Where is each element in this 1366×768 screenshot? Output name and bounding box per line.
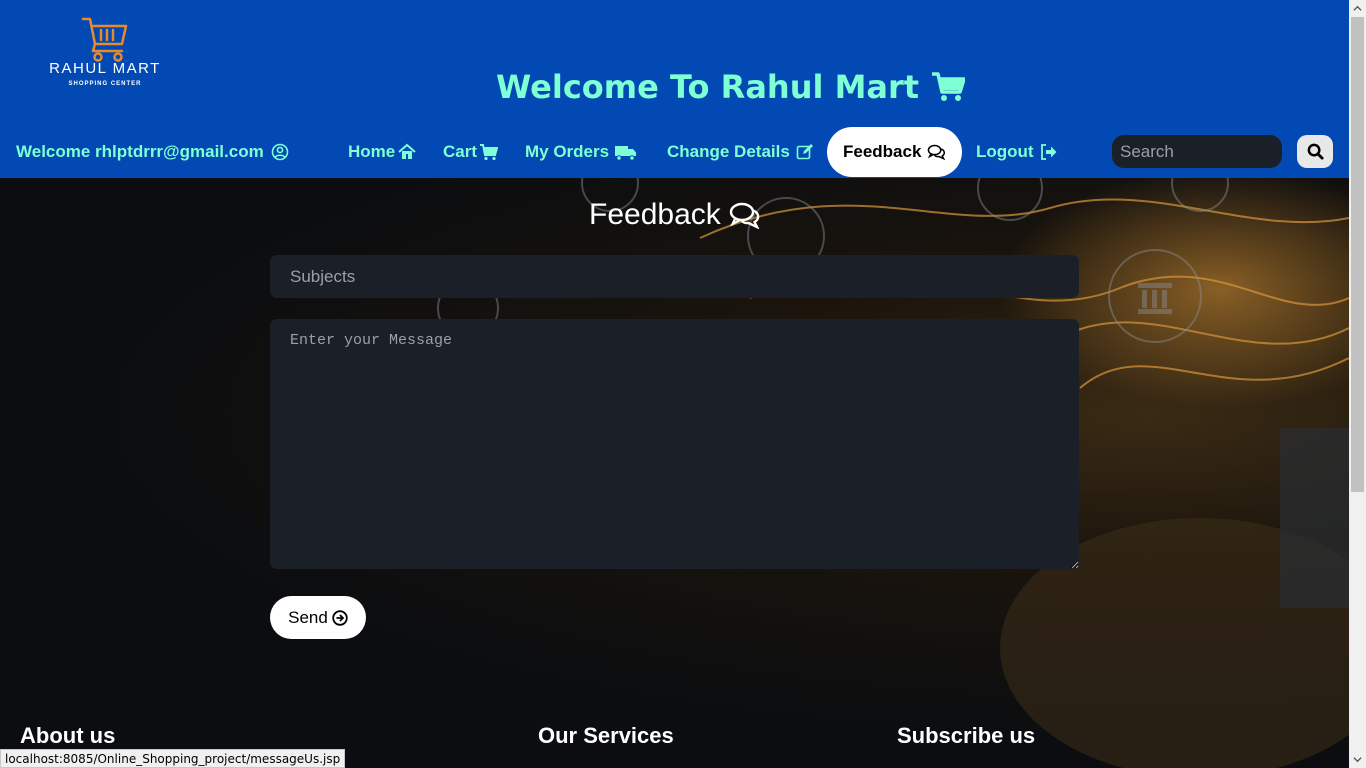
site-title-text: Welcome To Rahul Mart (496, 68, 920, 106)
search-input[interactable] (1112, 135, 1282, 168)
send-button-label: Send (288, 607, 328, 627)
home-icon (398, 143, 416, 159)
main-nav: Welcome rhlptdrrr@gmail.com Home Cart My… (0, 127, 1349, 177)
shopping-cart-icon (932, 72, 966, 101)
nav-cart[interactable]: Cart (443, 127, 499, 177)
brand-logo[interactable]: RAHUL MART SHOPPING CENTER (30, 14, 180, 92)
comments-icon (729, 202, 760, 229)
truck-icon (615, 146, 637, 161)
logo-cart-icon (81, 17, 128, 62)
nav-change-details[interactable]: Change Details (667, 127, 814, 177)
cart-icon (480, 144, 499, 161)
nav-logout-label: Logout (976, 142, 1034, 161)
arrow-circle-right-icon (332, 609, 348, 626)
scroll-down-arrow-icon[interactable] (1349, 751, 1366, 768)
nav-home-label: Home (348, 142, 396, 161)
site-header: RAHUL MART SHOPPING CENTER Welcome To Ra… (0, 0, 1349, 178)
nav-cart-label: Cart (443, 142, 478, 161)
scroll-up-arrow-icon[interactable] (1349, 0, 1366, 17)
feedback-section: Feedback Send About us Our Services Subs… (0, 178, 1349, 768)
nav-change-details-label: Change Details (667, 142, 790, 161)
nav-welcome-user[interactable]: Welcome rhlptdrrr@gmail.com (16, 127, 289, 177)
footer-subscribe-heading: Subscribe us (897, 723, 1036, 748)
page-scrollbar[interactable] (1349, 0, 1366, 768)
comments-icon (928, 144, 946, 161)
nav-logout[interactable]: Logout (976, 127, 1058, 177)
nav-home[interactable]: Home (348, 127, 416, 177)
sign-out-icon (1040, 144, 1057, 160)
page-heading: Feedback (589, 198, 761, 232)
footer-about-heading: About us (20, 723, 116, 748)
logo-name: RAHUL MART (49, 60, 161, 77)
subject-input[interactable] (270, 255, 1079, 298)
scrollbar-thumb[interactable] (1351, 17, 1364, 492)
footer-services-heading: Our Services (538, 723, 674, 748)
search-button[interactable] (1297, 135, 1333, 168)
nav-orders-label: My Orders (525, 142, 610, 161)
site-title: Welcome To Rahul Mart (496, 68, 966, 106)
message-textarea[interactable] (270, 319, 1079, 569)
browser-status-url: localhost:8085/Online_Shopping_project/m… (0, 749, 346, 768)
send-button[interactable]: Send (270, 596, 366, 639)
logo-subtitle: SHOPPING CENTER (68, 81, 142, 87)
page-heading-text: Feedback (589, 198, 721, 231)
search-icon (1307, 143, 1324, 160)
nav-my-orders[interactable]: My Orders (525, 127, 637, 177)
nav-feedback[interactable]: Feedback (827, 127, 963, 177)
nav-feedback-label: Feedback (843, 142, 922, 161)
user-circle-icon (271, 143, 289, 161)
welcome-text: Welcome rhlptdrrr@gmail.com (16, 142, 264, 161)
edit-icon (796, 144, 813, 160)
